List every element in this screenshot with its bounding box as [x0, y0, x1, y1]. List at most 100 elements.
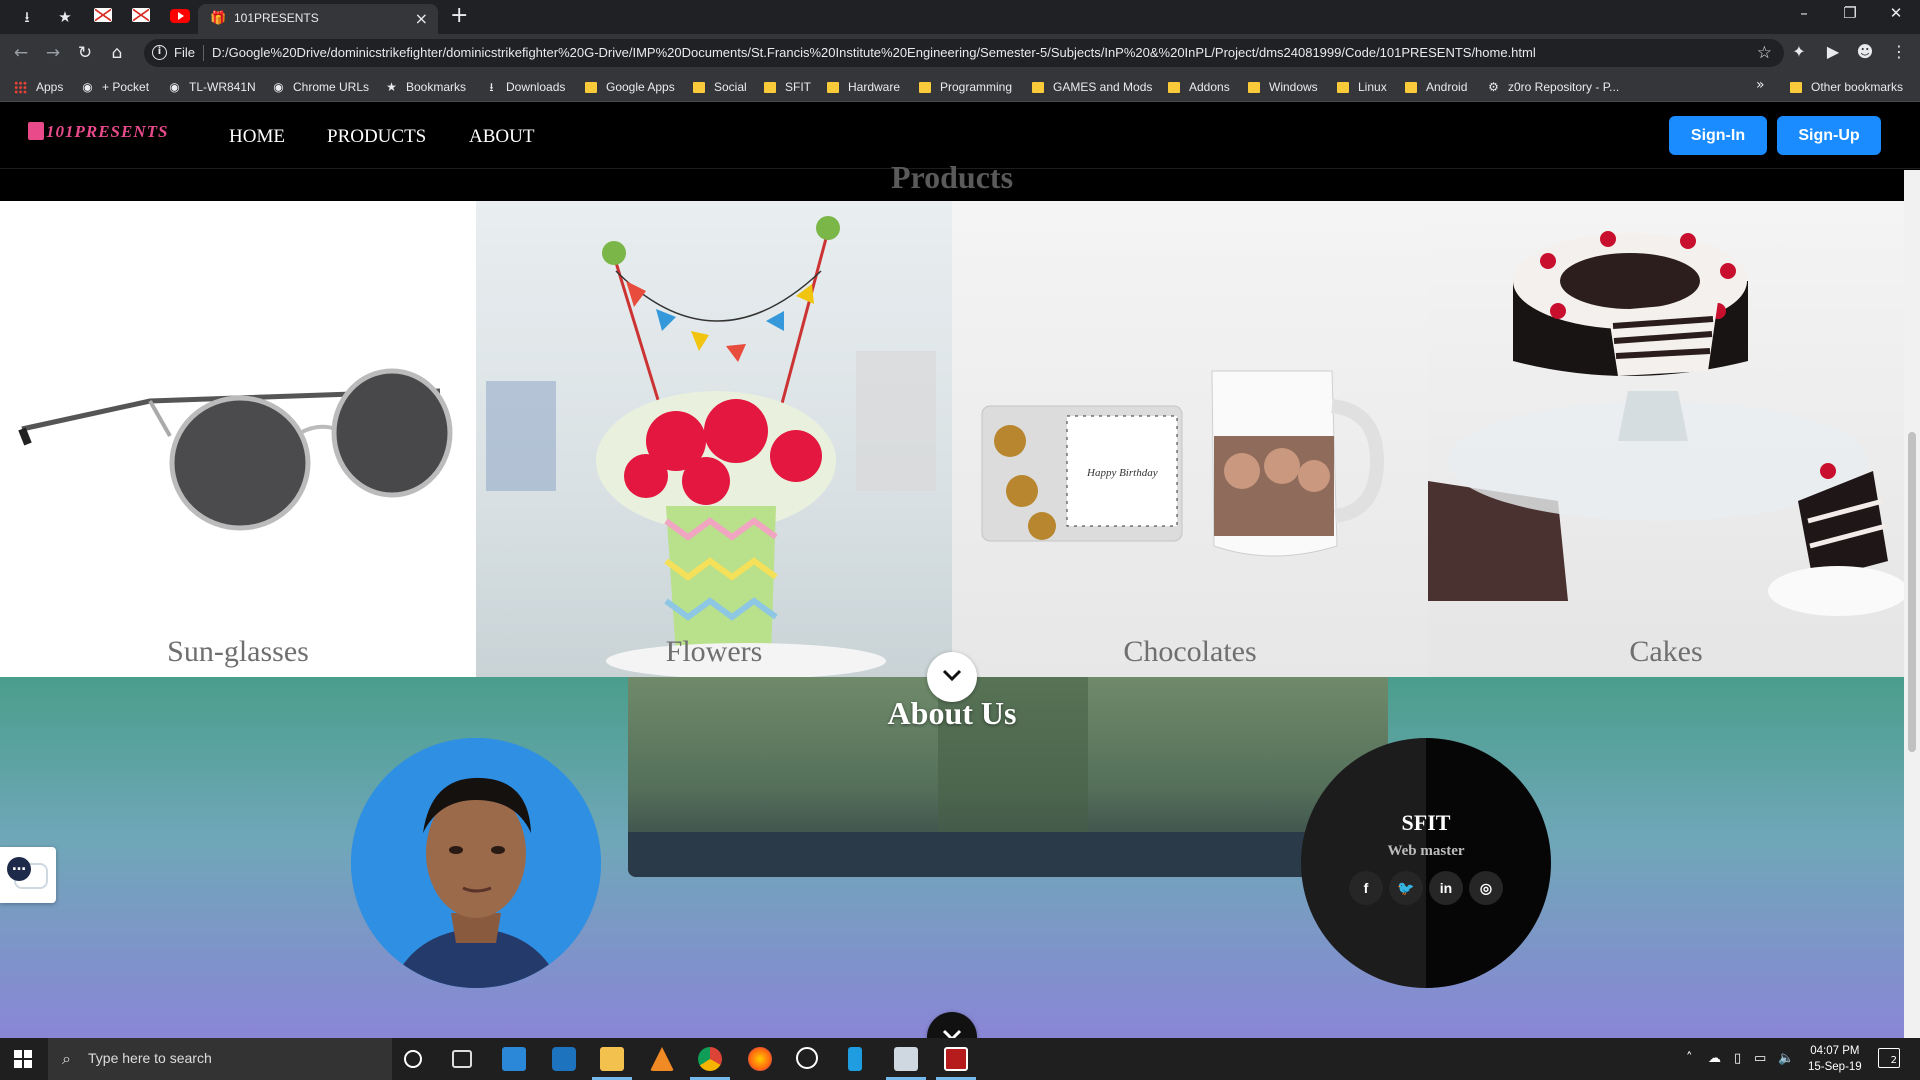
chrome-icon[interactable] — [698, 1047, 722, 1071]
bookmark-folder-games[interactable]: GAMES and Mods — [1032, 78, 1152, 96]
nav-about-link[interactable]: ABOUT — [469, 126, 534, 148]
bookmark-chrome-urls[interactable]: ◉ Chrome URLs — [272, 78, 369, 96]
play-icon[interactable]: ▶ — [1822, 42, 1844, 61]
bookmark-folder-addons[interactable]: Addons — [1168, 78, 1230, 96]
gmail-icon[interactable] — [132, 8, 150, 22]
vlc-icon[interactable] — [650, 1047, 674, 1071]
bookmark-folder-windows[interactable]: Windows — [1248, 78, 1318, 96]
sign-up-button[interactable]: Sign-Up — [1777, 116, 1881, 155]
folder-icon — [827, 81, 839, 93]
minimize-button[interactable]: – — [1784, 4, 1824, 22]
close-window-button[interactable]: ✕ — [1876, 4, 1916, 22]
flowers-image — [486, 216, 936, 677]
product-card-flowers[interactable]: Flowers — [476, 201, 952, 677]
file-label: File — [174, 45, 195, 60]
xbox-icon[interactable] — [796, 1047, 818, 1069]
bookmark-folder-linux[interactable]: Linux — [1337, 78, 1387, 96]
menu-icon[interactable]: ⋮ — [1888, 42, 1910, 61]
clock-date: 15-Sep-19 — [1808, 1061, 1862, 1073]
product-card-chocolates[interactable]: Happy Birthday Chocolates — [952, 201, 1428, 677]
app-icon[interactable] — [502, 1047, 526, 1071]
bookmark-folder-google-apps[interactable]: Google Apps — [585, 78, 675, 96]
scroll-down-button[interactable] — [927, 652, 977, 702]
product-card-sunglasses[interactable]: Sun-glasses — [0, 201, 476, 677]
url-text[interactable]: D:/Google%20Drive/dominicstrikefighter/d… — [212, 45, 1536, 60]
windows-taskbar: ⌕ Type here to search ˄ ☁ ▯ ▭ 🔈 04:07 PM… — [0, 1038, 1920, 1080]
bookmark-apps[interactable]: Apps — [14, 78, 63, 96]
page-scrollbar[interactable] — [1904, 170, 1920, 1038]
team-member-card: SFIT Web master f 🐦 in ◎ — [1301, 738, 1551, 988]
folder-icon — [919, 81, 931, 93]
bookmark-pocket[interactable]: ◉ + Pocket — [81, 78, 149, 96]
product-label: Flowers — [665, 635, 763, 668]
app-icon[interactable] — [848, 1047, 862, 1071]
forward-arrow-icon[interactable]: → — [42, 42, 64, 64]
twitter-icon[interactable]: 🐦 — [1389, 871, 1423, 905]
browser-tab-bar: ⭳ ★ 🎁 101PRESENTS × + – ❐ ✕ — [0, 0, 1920, 34]
nav-products-link[interactable]: PRODUCTS — [327, 126, 426, 148]
bookmark-router[interactable]: ◉ TL-WR841N — [168, 78, 255, 96]
bookmark-folder-android[interactable]: Android — [1405, 78, 1467, 96]
battery-icon[interactable]: ▯ — [1734, 1051, 1741, 1066]
divider — [203, 45, 204, 61]
back-arrow-icon[interactable]: ← — [10, 42, 32, 64]
bookmark-star-icon[interactable]: ☆ — [1757, 43, 1772, 63]
star-icon[interactable]: ★ — [54, 6, 76, 28]
product-card-cakes[interactable]: Cakes — [1428, 201, 1904, 677]
bookmark-folder-social[interactable]: Social — [693, 78, 747, 96]
apps-icon — [14, 80, 27, 94]
browser-tab[interactable]: 🎁 101PRESENTS × — [198, 4, 438, 34]
download-icon: ⭳ — [489, 79, 494, 94]
sign-in-button[interactable]: Sign-In — [1669, 116, 1767, 155]
new-tab-button[interactable]: + — [450, 4, 468, 28]
reload-icon[interactable]: ↻ — [74, 42, 96, 64]
team-member-name: SFIT — [1401, 810, 1451, 835]
firefox-icon[interactable] — [748, 1047, 772, 1071]
bookmark-other[interactable]: Other bookmarks — [1790, 78, 1903, 96]
site-logo[interactable]: 101PRESENTS — [28, 122, 168, 142]
download-icon[interactable]: ⭳ — [16, 6, 38, 28]
volume-icon[interactable]: 🔈 — [1778, 1051, 1794, 1066]
profile-icon[interactable]: ☻ — [1854, 42, 1876, 61]
home-icon[interactable]: ⌂ — [106, 42, 128, 64]
scroll-down-button[interactable] — [927, 1012, 977, 1038]
app-icon[interactable] — [894, 1047, 918, 1071]
tray-chevron-up-icon[interactable]: ˄ — [1686, 1051, 1693, 1066]
info-icon[interactable]: i — [152, 45, 167, 60]
close-icon[interactable]: × — [415, 9, 428, 28]
chat-widget-button[interactable]: … — [0, 847, 56, 903]
linkedin-icon[interactable]: in — [1429, 871, 1463, 905]
puzzle-icon[interactable]: ✦ — [1788, 42, 1810, 61]
instagram-icon[interactable]: ◎ — [1469, 871, 1503, 905]
notification-center-icon[interactable]: 2 — [1878, 1048, 1900, 1068]
cortana-icon[interactable] — [404, 1050, 422, 1068]
taskbar-search-box[interactable]: ⌕ Type here to search — [48, 1038, 392, 1080]
address-bar[interactable]: i File D:/Google%20Drive/dominicstrikefi… — [144, 39, 1784, 67]
task-view-icon[interactable] — [452, 1050, 472, 1068]
file-explorer-icon[interactable] — [600, 1047, 624, 1071]
facebook-icon[interactable]: f — [1349, 871, 1383, 905]
folder-icon — [1790, 81, 1802, 93]
bookmark-downloads[interactable]: ⭳ Downloads — [485, 78, 565, 96]
taskbar-clock[interactable]: 04:07 PM 15-Sep-19 — [1808, 1043, 1862, 1075]
bookmark-folder-programming[interactable]: Programming — [919, 78, 1012, 96]
social-links: f 🐦 in ◎ — [1349, 871, 1509, 909]
network-icon[interactable]: ▭ — [1754, 1051, 1766, 1066]
windows-start-icon[interactable] — [14, 1050, 32, 1068]
youtube-icon[interactable] — [170, 9, 190, 23]
bookmark-bookmarks[interactable]: ★ Bookmarks — [385, 78, 466, 96]
gmail-icon[interactable] — [94, 8, 112, 22]
scrollbar-thumb[interactable] — [1908, 432, 1916, 752]
app-icon[interactable] — [552, 1047, 576, 1071]
onedrive-icon[interactable]: ☁ — [1708, 1051, 1721, 1066]
bookmark-folder-hardware[interactable]: Hardware — [827, 78, 900, 96]
svg-text:Happy Birthday: Happy Birthday — [1086, 467, 1158, 479]
bookmark-folder-sfit[interactable]: SFIT — [764, 78, 811, 96]
bookmark-z0ro[interactable]: ⚙ z0ro Repository - P... — [1487, 78, 1619, 96]
more-bookmarks-chevron-icon[interactable]: » — [1756, 77, 1765, 93]
app-icon[interactable] — [944, 1047, 968, 1071]
chocolates-image: Happy Birthday — [981, 370, 1385, 557]
folder-icon — [693, 81, 705, 93]
restore-button[interactable]: ❐ — [1830, 4, 1870, 22]
nav-home-link[interactable]: HOME — [229, 126, 285, 148]
